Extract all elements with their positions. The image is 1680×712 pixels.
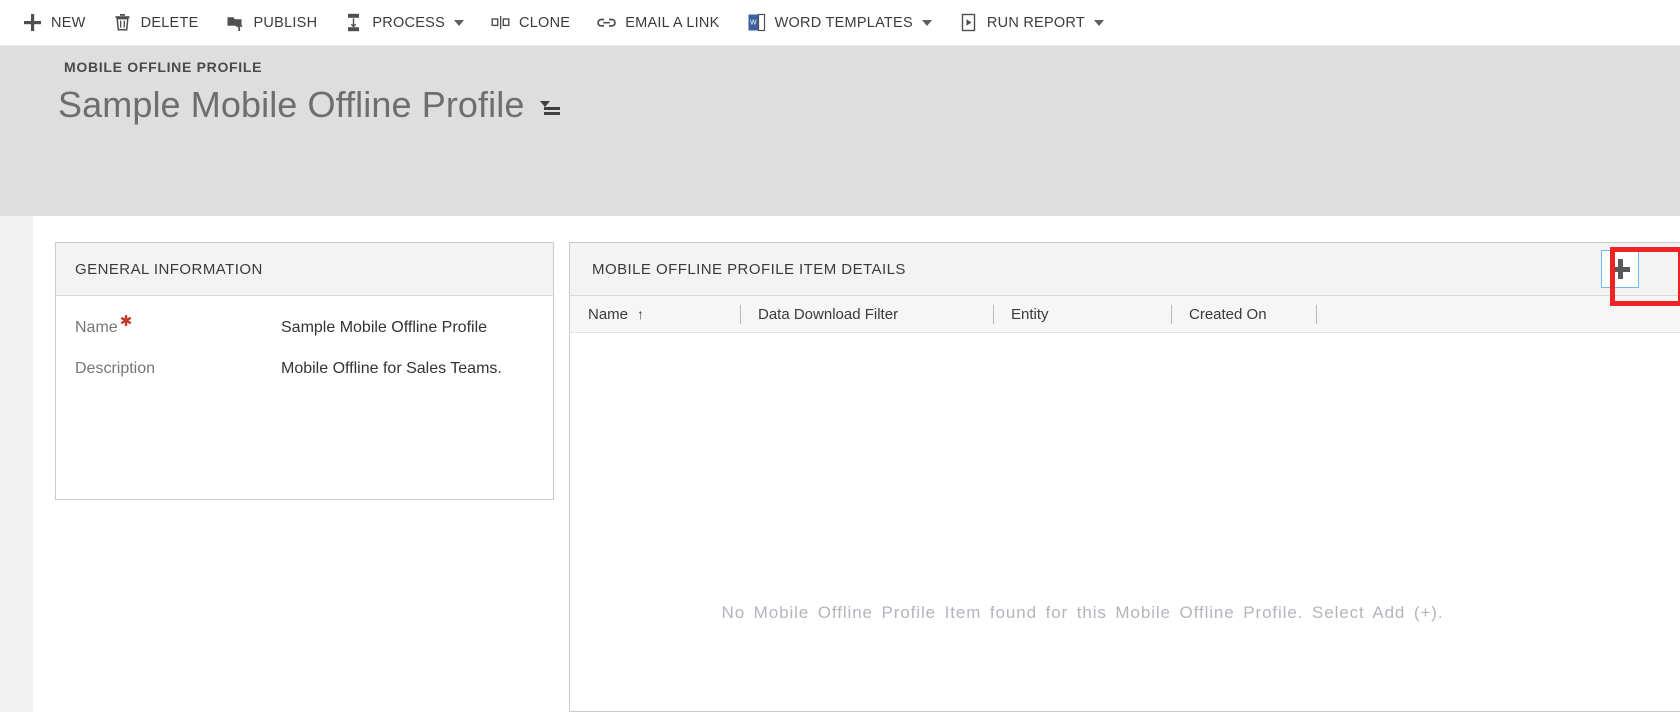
form-area: GENERAL INFORMATION Name ✱ Sample Mobile … (0, 216, 1680, 712)
grid-column-name[interactable]: Name ↑ (570, 296, 740, 333)
trash-icon (112, 12, 133, 33)
general-information-header: GENERAL INFORMATION (56, 243, 553, 296)
command-button-process-label: PROCESS (372, 14, 445, 31)
entity-type-label: MOBILE OFFLINE PROFILE (64, 59, 263, 75)
general-information-section: GENERAL INFORMATION Name ✱ Sample Mobile … (55, 242, 554, 500)
command-button-run-report-label: RUN REPORT (986, 14, 1085, 31)
command-button-clone-label: CLONE (519, 14, 571, 31)
name-field-value[interactable]: Sample Mobile Offline Profile (281, 319, 487, 337)
command-button-process[interactable]: PROCESS (343, 0, 464, 46)
command-button-new-label: NEW (51, 14, 86, 31)
field-row-name: Name ✱ Sample Mobile Offline Profile (56, 314, 553, 337)
left-rail (0, 216, 33, 712)
grid-column-headers: Name ↑ Data Download Filter Entity Creat… (570, 296, 1680, 333)
required-indicator-icon: ✱ (119, 312, 133, 330)
page-title: Sample Mobile Offline Profile (58, 84, 525, 125)
record-header: MOBILE OFFLINE PROFILE Sample Mobile Off… (0, 46, 1680, 216)
name-field-label-text: Name (75, 319, 118, 336)
chevron-down-icon[interactable] (454, 19, 464, 26)
general-information-title: GENERAL INFORMATION (75, 260, 263, 278)
publish-icon (225, 12, 246, 33)
item-details-title: MOBILE OFFLINE PROFILE ITEM DETAILS (592, 260, 906, 278)
chevron-down-icon[interactable] (1093, 19, 1104, 26)
command-button-email-a-link-label: EMAIL A LINK (625, 14, 720, 31)
grid-column-entity[interactable]: Entity (993, 296, 1171, 333)
command-button-word-templates-label: WORD TEMPLATES (774, 14, 913, 31)
item-details-section: MOBILE OFFLINE PROFILE ITEM DETAILS Name… (569, 242, 1680, 712)
grid-column-data-download-filter[interactable]: Data Download Filter (740, 296, 993, 333)
record-title-row: Sample Mobile Offline Profile (58, 82, 561, 128)
command-button-publish-label: PUBLISH (253, 14, 318, 31)
description-field-label-text: Description (75, 360, 156, 377)
command-button-delete-label: DELETE (140, 14, 199, 31)
link-icon (596, 12, 617, 33)
command-button-email-a-link[interactable]: EMAIL A LINK (596, 0, 719, 46)
grid-column-created-on[interactable]: Created On (1171, 296, 1316, 333)
report-icon (958, 12, 979, 33)
command-button-publish[interactable]: PUBLISH (225, 0, 318, 46)
command-button-new[interactable]: NEW (22, 0, 86, 46)
word-document-icon: W (746, 12, 767, 33)
description-field-label: Description (75, 360, 281, 378)
grid-empty-message: No Mobile Offline Profile Item found for… (721, 603, 1444, 622)
description-field-value[interactable]: Mobile Offline for Sales Teams. (281, 360, 502, 378)
svg-text:W: W (750, 20, 757, 27)
grid-column-data-download-filter-label: Data Download Filter (758, 305, 899, 323)
chevron-down-icon[interactable] (921, 19, 932, 26)
command-button-word-templates[interactable]: W WORD TEMPLATES (746, 0, 932, 46)
process-icon (343, 12, 364, 33)
sort-ascending-icon: ↑ (637, 306, 645, 322)
grid-column-spacer (1316, 296, 1376, 333)
command-button-run-report[interactable]: RUN REPORT (958, 0, 1104, 46)
form-canvas: GENERAL INFORMATION Name ✱ Sample Mobile … (33, 216, 1680, 712)
item-details-header: MOBILE OFFLINE PROFILE ITEM DETAILS (570, 243, 1680, 296)
field-row-description: Description Mobile Offline for Sales Tea… (56, 360, 553, 378)
grid-body: No Mobile Offline Profile Item found for… (570, 333, 1680, 711)
plus-icon (22, 12, 43, 33)
command-bar: NEW DELETE PUBLISH PROCESS CLONE EMAIL A… (0, 0, 1680, 46)
plus-icon (1617, 259, 1623, 279)
grid-column-name-label: Name (588, 305, 629, 323)
record-set-navigator-icon[interactable] (540, 101, 561, 117)
name-field-label: Name ✱ (75, 314, 281, 337)
command-button-delete[interactable]: DELETE (112, 0, 199, 46)
command-button-clone[interactable]: CLONE (490, 0, 570, 46)
grid-column-created-on-label: Created On (1189, 305, 1267, 323)
add-record-button[interactable] (1601, 250, 1639, 288)
clone-icon (490, 12, 511, 33)
grid-column-entity-label: Entity (1011, 305, 1049, 323)
